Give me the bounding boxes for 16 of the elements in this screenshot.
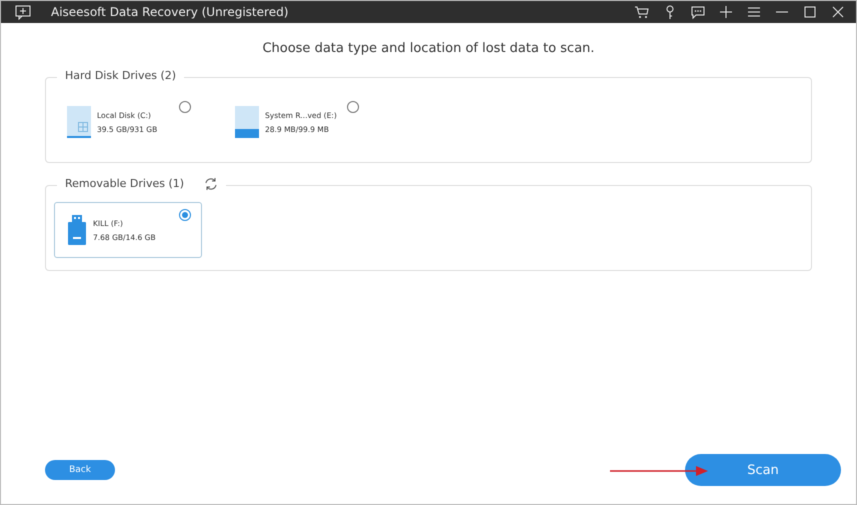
cart-icon[interactable] (634, 4, 650, 20)
group-title: Removable Drives (1) (65, 176, 184, 192)
page-heading: Choose data type and location of lost data to scan. (261, 41, 596, 56)
usb-drive-icon (67, 215, 87, 245)
plus-icon[interactable] (718, 4, 734, 20)
group-title: Hard Disk Drives (2) (65, 68, 176, 84)
window-title: Aiseesoft Data Recovery (Unregistered) (51, 5, 290, 19)
windows-icon (78, 122, 88, 132)
chat-icon[interactable] (690, 4, 706, 20)
radio-button[interactable] (179, 101, 191, 113)
screen-plus-icon (15, 4, 31, 20)
refresh-icon[interactable] (204, 177, 218, 191)
maximize-icon[interactable] (802, 4, 818, 20)
close-icon[interactable] (830, 4, 846, 20)
radio-button[interactable] (347, 101, 359, 113)
radio-button[interactable] (179, 209, 191, 221)
